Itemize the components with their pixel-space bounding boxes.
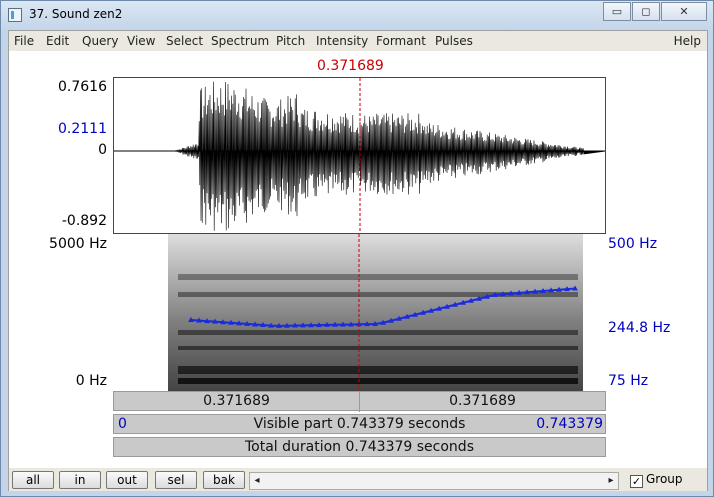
spec-freq-bottom: 0 Hz xyxy=(75,373,107,389)
group-checkbox[interactable]: ✓ Group xyxy=(630,472,683,488)
menu-help[interactable]: Help xyxy=(674,34,701,48)
menu-spectrum[interactable]: Spectrum xyxy=(211,34,269,48)
menu-view[interactable]: View xyxy=(127,34,155,48)
waveform-svg xyxy=(114,78,605,233)
menu-pitch[interactable]: Pitch xyxy=(276,34,305,48)
wave-y-top: 0.7616 xyxy=(58,79,107,95)
menu-intensity[interactable]: Intensity xyxy=(316,34,368,48)
formant-band xyxy=(178,366,578,374)
scroll-right-arrow[interactable]: ▸ xyxy=(604,473,618,489)
title-bar: 37. Sound zen2 ▭ ◻ ✕ xyxy=(1,1,713,29)
out-button[interactable]: out xyxy=(106,471,148,489)
bottom-toolbar: all in out sel bak ◂ ▸ ✓ Group xyxy=(9,468,707,491)
bak-button[interactable]: bak xyxy=(203,471,245,489)
menu-pulses[interactable]: Pulses xyxy=(435,34,473,48)
spectrogram-panel[interactable] xyxy=(113,234,606,391)
left-time-segment[interactable]: 0.371689 xyxy=(114,392,360,412)
menu-formant[interactable]: Formant xyxy=(376,34,426,48)
menu-select[interactable]: Select xyxy=(166,34,203,48)
scroll-left-arrow[interactable]: ◂ xyxy=(250,473,264,489)
menu-file[interactable]: File xyxy=(14,34,34,48)
group-check-icon[interactable]: ✓ xyxy=(630,475,643,488)
pitch-top-label: 500 Hz xyxy=(608,236,658,252)
pitch-bottom-label: 75 Hz xyxy=(608,373,649,389)
selection-bar[interactable]: 0.371689 0.371689 xyxy=(113,391,606,412)
window-icon xyxy=(8,8,22,22)
visible-part-bar[interactable]: 0 Visible part 0.743379 seconds 0.743379 xyxy=(113,414,606,434)
menu-edit[interactable]: Edit xyxy=(46,34,69,48)
group-label: Group xyxy=(646,472,683,486)
wave-y-cursor: 0.2111 xyxy=(58,121,107,137)
cursor-time-label: 0.371689 xyxy=(317,58,384,74)
praat-sound-window: 37. Sound zen2 ▭ ◻ ✕ File Edit Query Vie… xyxy=(0,0,714,497)
menu-query[interactable]: Query xyxy=(82,34,118,48)
in-button[interactable]: in xyxy=(59,471,101,489)
pitch-cursor-label: 244.8 Hz xyxy=(608,320,671,336)
sel-button[interactable]: sel xyxy=(155,471,197,489)
visible-part-text: Visible part 0.743379 seconds xyxy=(253,416,466,432)
spec-freq-top: 5000 Hz xyxy=(49,236,107,252)
waveform-panel[interactable] xyxy=(113,77,606,234)
formant-band xyxy=(178,274,578,280)
formant-band xyxy=(178,346,578,350)
editor-client: File Edit Query View Select Spectrum Pit… xyxy=(8,30,708,491)
wave-y-bottom: -0.892 xyxy=(61,213,107,229)
visible-end: 0.743379 xyxy=(536,416,603,432)
editor-drawing-area[interactable]: 0.371689 0.7616 0.2111 0 -0.892 5000 Hz … xyxy=(9,51,707,491)
formant-band xyxy=(178,378,578,384)
total-duration-bar[interactable]: Total duration 0.743379 seconds xyxy=(113,437,606,457)
close-button[interactable]: ✕ xyxy=(661,2,707,21)
total-duration-text: Total duration 0.743379 seconds xyxy=(245,439,474,455)
minimize-button[interactable]: ▭ xyxy=(603,2,631,21)
formant-band xyxy=(178,330,578,335)
spectrogram-svg xyxy=(168,234,583,391)
time-scrollbar[interactable]: ◂ ▸ xyxy=(249,472,619,490)
menu-bar: File Edit Query View Select Spectrum Pit… xyxy=(9,31,707,51)
window-title: 37. Sound zen2 xyxy=(29,7,123,21)
wave-y-zero: 0 xyxy=(98,142,107,158)
maximize-button[interactable]: ◻ xyxy=(632,2,660,21)
right-time-segment[interactable]: 0.371689 xyxy=(360,392,605,412)
all-button[interactable]: all xyxy=(12,471,54,489)
